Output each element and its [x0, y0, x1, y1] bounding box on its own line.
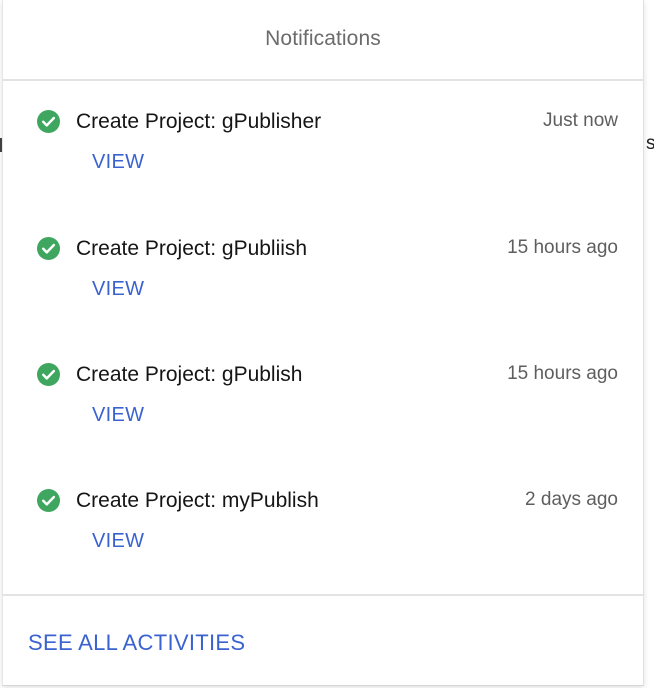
- notification-title: Create Project: gPublish: [76, 363, 303, 386]
- notification-title: Create Project: myPublish: [76, 489, 319, 512]
- notification-item: Create Project: gPublisher Just now VIEW: [3, 81, 643, 207]
- notification-item: Create Project: myPublish 2 days ago VIE…: [3, 460, 643, 586]
- notification-list: Create Project: gPublisher Just now VIEW…: [3, 81, 643, 593]
- check-circle-icon: [37, 110, 60, 133]
- notifications-panel: Notifications Create Project: gPublisher…: [2, 0, 644, 686]
- notification-title: Create Project: gPubliish: [76, 237, 308, 260]
- notification-title: Create Project: gPublisher: [76, 110, 322, 133]
- panel-header: Notifications: [3, 0, 643, 81]
- view-link[interactable]: VIEW: [92, 530, 144, 553]
- notification-time: 15 hours ago: [507, 237, 618, 258]
- notification-time: 15 hours ago: [507, 363, 618, 384]
- view-link[interactable]: VIEW: [92, 404, 144, 427]
- view-link[interactable]: VIEW: [92, 278, 144, 301]
- notification-time: 2 days ago: [525, 489, 618, 510]
- panel-footer: SEE ALL ACTIVITIES: [3, 594, 643, 685]
- background-page-fragment: s: [646, 134, 654, 153]
- notification-time: Just now: [543, 110, 618, 131]
- check-circle-icon: [37, 363, 60, 386]
- see-all-activities-link[interactable]: SEE ALL ACTIVITIES: [28, 630, 245, 656]
- check-circle-icon: [37, 237, 60, 260]
- check-circle-icon: [37, 489, 60, 512]
- notification-item: Create Project: gPubliish 15 hours ago V…: [3, 208, 643, 334]
- notification-item: Create Project: gPublish 15 hours ago VI…: [3, 334, 643, 460]
- view-link[interactable]: VIEW: [92, 151, 144, 174]
- panel-title: Notifications: [265, 26, 381, 50]
